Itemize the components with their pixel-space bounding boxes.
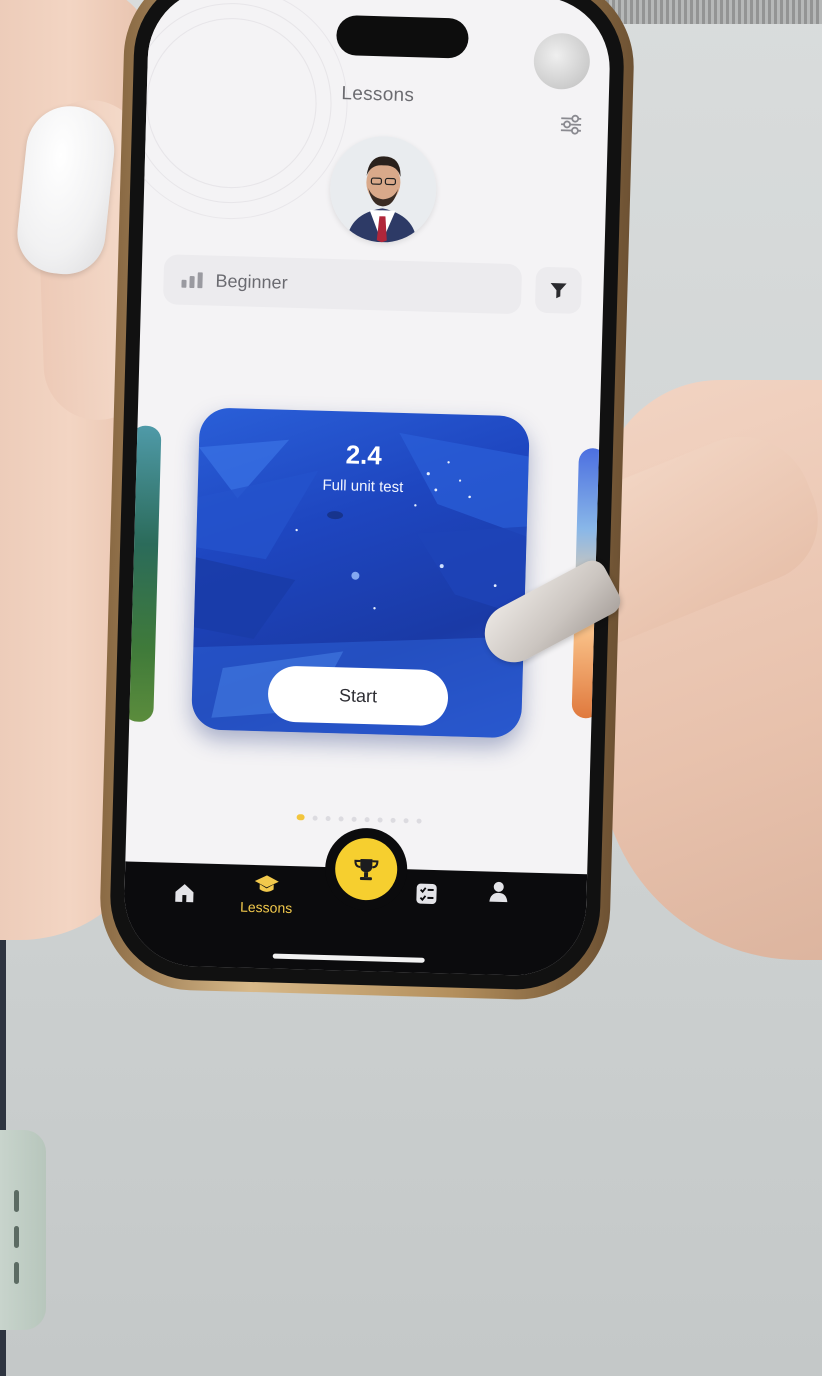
tab-exercises[interactable]: [414, 881, 439, 906]
home-icon: [175, 884, 194, 903]
settings-sliders-icon[interactable]: [558, 111, 585, 138]
pager-dot[interactable]: [325, 815, 331, 821]
tab-lessons[interactable]: Lessons: [240, 873, 293, 916]
filter-icon: [550, 283, 567, 299]
floating-assistive-button[interactable]: [533, 32, 591, 91]
bottom-tab-bar: Lessons: [122, 826, 588, 978]
phone-bezel: Lessons Beginner 2.4 Full unit test Star…: [108, 0, 626, 992]
phone-screen: Lessons Beginner 2.4 Full unit test Star…: [122, 0, 612, 978]
lesson-card[interactable]: 2.4 Full unit test Start: [191, 407, 530, 739]
pager-dot[interactable]: [338, 815, 344, 821]
graduation-cap-icon: [254, 875, 279, 892]
photo-scene: Lessons Beginner 2.4 Full unit test Star…: [0, 0, 822, 1376]
signal-bars-icon: [181, 272, 203, 289]
pager-dot-active[interactable]: [296, 814, 305, 821]
tab-home[interactable]: [172, 881, 197, 906]
level-selector[interactable]: Beginner: [162, 254, 523, 315]
teacher-avatar[interactable]: [328, 134, 438, 244]
level-label: Beginner: [215, 270, 288, 293]
trophy-icon: [354, 858, 379, 881]
carousel-pager: [296, 814, 422, 824]
pager-dot[interactable]: [364, 816, 370, 822]
checklist-icon: [416, 883, 437, 904]
dynamic-island: [335, 14, 469, 59]
background-shelf: [600, 0, 822, 24]
watch-band: [0, 1130, 46, 1330]
tab-lessons-label: Lessons: [239, 898, 293, 917]
previous-lesson-card[interactable]: [123, 425, 162, 723]
pager-dot[interactable]: [312, 815, 318, 821]
pager-dot[interactable]: [390, 817, 396, 823]
tab-profile[interactable]: [486, 880, 511, 905]
pager-dot[interactable]: [403, 817, 409, 823]
profile-icon: [489, 881, 508, 903]
home-indicator: [272, 953, 425, 963]
pager-dot[interactable]: [351, 816, 357, 822]
start-button[interactable]: Start: [267, 665, 449, 727]
pager-dot[interactable]: [416, 818, 422, 824]
filter-button[interactable]: [534, 266, 583, 314]
phone: Lessons Beginner 2.4 Full unit test Star…: [97, 0, 637, 1002]
pager-dot[interactable]: [377, 816, 383, 823]
